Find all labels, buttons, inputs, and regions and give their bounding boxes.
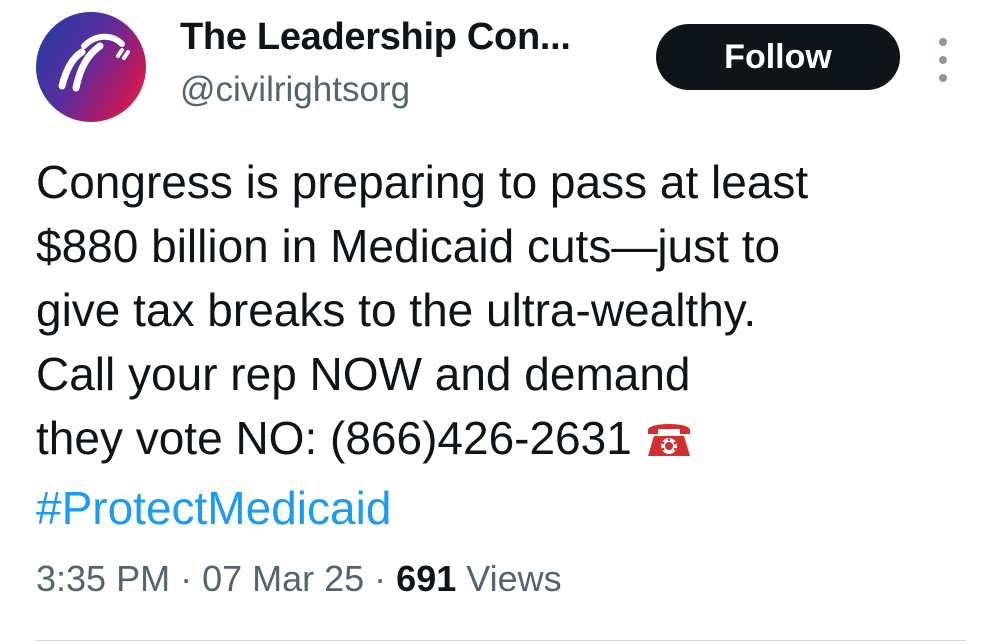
- leadership-conference-logo-icon: [58, 33, 130, 92]
- separator: ·: [180, 558, 193, 599]
- more-vertical-icon[interactable]: [926, 38, 960, 82]
- tweet-time[interactable]: 3:35 PM: [36, 558, 170, 599]
- more-dot: [939, 74, 947, 82]
- tweet-line-phone: they vote NO: (866)426-2631: [36, 406, 966, 476]
- views-count: 691: [396, 558, 457, 599]
- hashtag-link[interactable]: #ProtectMedicaid: [36, 476, 966, 540]
- divider: [36, 640, 966, 641]
- tweet-text: Congress is preparing to pass at least $…: [36, 150, 966, 540]
- more-dot: [939, 56, 947, 64]
- follow-button[interactable]: Follow: [656, 24, 900, 90]
- tweet-line: Call your rep NOW and demand: [36, 348, 691, 400]
- tweet-date[interactable]: 07 Mar 25: [202, 558, 364, 599]
- avatar[interactable]: [36, 12, 146, 122]
- tweet-metadata: 3:35 PM · 07 Mar 25 · 691 Views: [36, 558, 562, 600]
- telephone-icon: [644, 412, 694, 476]
- separator: ·: [374, 558, 387, 599]
- user-handle[interactable]: @civilrightsorg: [180, 70, 410, 110]
- tweet-line-text: they vote NO: (866)426-2631: [36, 412, 632, 464]
- display-name[interactable]: The Leadership Con...: [180, 16, 571, 59]
- tweet-line: Congress is preparing to pass at least: [36, 156, 809, 208]
- tweet-line: $880 billion in Medicaid cuts—just to: [36, 220, 781, 272]
- tweet-line: give tax breaks to the ultra-wealthy.: [36, 284, 757, 336]
- views-label: Views: [466, 558, 562, 599]
- more-dot: [939, 38, 947, 46]
